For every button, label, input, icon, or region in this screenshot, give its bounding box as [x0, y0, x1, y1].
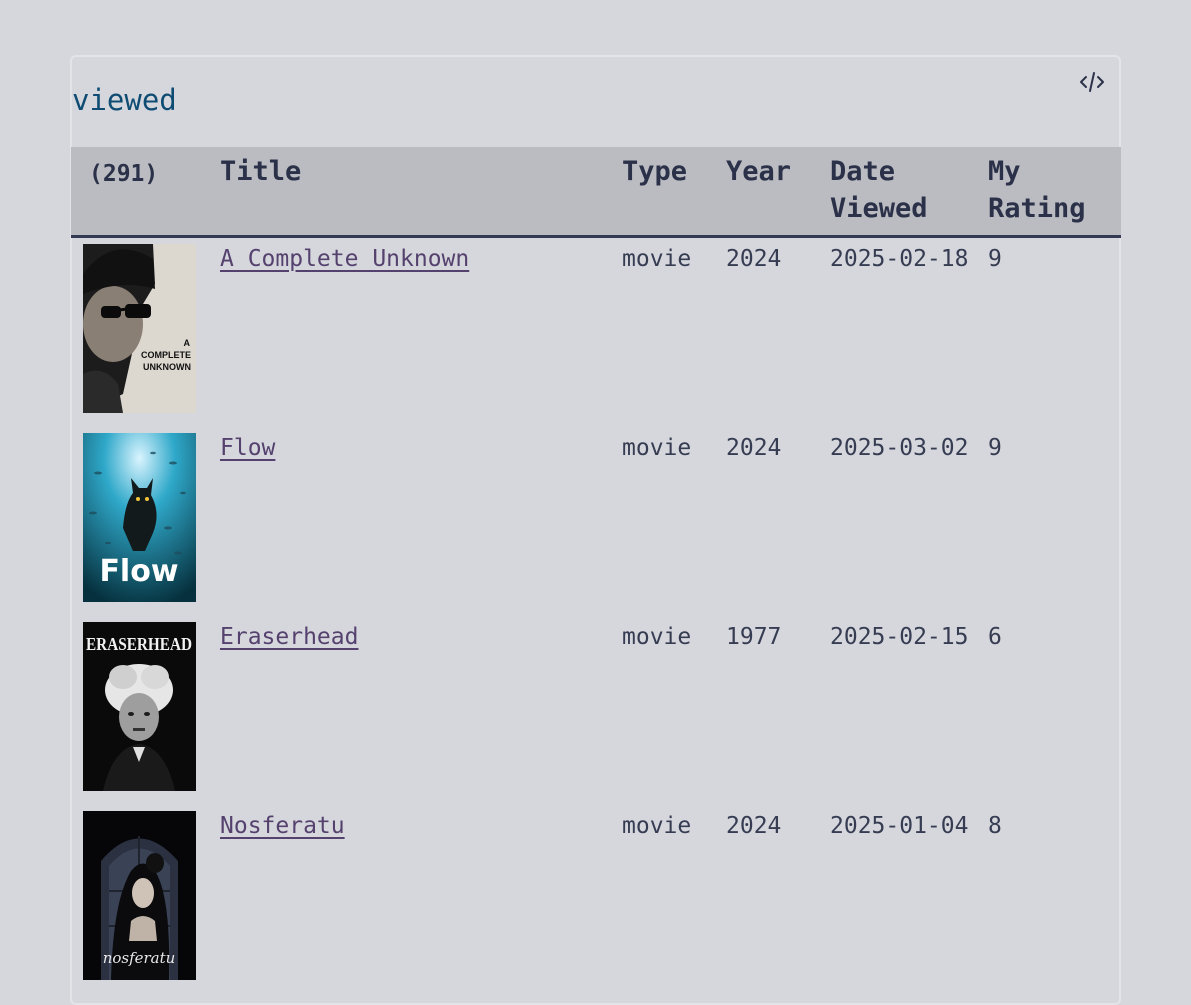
movie-title-link[interactable]: Flow [220, 435, 275, 461]
movie-title-link[interactable]: Nosferatu [220, 813, 345, 839]
row-count-header: (291) [89, 161, 159, 187]
year-cell: 1977 [726, 624, 782, 650]
a-complete-unknown-poster: A COMPLETE UNKNOWN [83, 244, 196, 413]
year-cell: 2024 [726, 246, 782, 272]
type-cell: movie [622, 246, 692, 272]
year-cell: 2024 [726, 435, 782, 461]
my-rating-column-header[interactable]: My Rating [988, 147, 1121, 237]
svg-text:COMPLETE: COMPLETE [141, 350, 191, 360]
type-cell: movie [622, 813, 692, 839]
viewed-table: (291) Title Type Year Date Viewed My Rat… [71, 147, 1121, 994]
table-row: ERASERHEAD Eraserhead movie 1977 2025-02… [71, 616, 1121, 805]
rating-cell: 6 [988, 624, 1002, 650]
svg-text:UNKNOWN: UNKNOWN [143, 362, 191, 372]
code-embed-icon[interactable] [1078, 68, 1106, 96]
svg-text:nosferatu: nosferatu [103, 949, 176, 967]
svg-text:Flow: Flow [99, 554, 178, 589]
rating-cell: 9 [988, 435, 1002, 461]
date-viewed-column-header[interactable]: Date Viewed [830, 147, 988, 237]
movie-title-link[interactable]: A Complete Unknown [220, 246, 469, 272]
svg-text:ERASERHEAD: ERASERHEAD [86, 634, 192, 654]
eraserhead-poster: ERASERHEAD [83, 622, 196, 791]
flow-poster: Flow [83, 433, 196, 602]
page-title: viewed [72, 83, 177, 117]
table-row: Flow Flow movie 2024 2025-03-02 9 [71, 427, 1121, 616]
year-cell: 2024 [726, 813, 782, 839]
type-column-header[interactable]: Type [622, 147, 726, 237]
date-viewed-cell: 2025-02-15 [830, 624, 969, 650]
movie-title-link[interactable]: Eraserhead [220, 624, 358, 650]
date-viewed-cell: 2025-02-18 [830, 246, 969, 272]
table-row: nosferatu Nosferatu movie 2024 2025-01-0… [71, 805, 1121, 994]
title-column-header[interactable]: Title [220, 147, 622, 237]
table-header-row: (291) Title Type Year Date Viewed My Rat… [71, 147, 1121, 237]
type-cell: movie [622, 624, 692, 650]
date-viewed-cell: 2025-01-04 [830, 813, 969, 839]
date-viewed-cell: 2025-03-02 [830, 435, 969, 461]
nosferatu-poster: nosferatu [83, 811, 196, 980]
table-row: A COMPLETE UNKNOWN A Complete Unknown mo… [71, 237, 1121, 428]
year-column-header[interactable]: Year [726, 147, 830, 237]
svg-text:A: A [184, 338, 191, 348]
type-cell: movie [622, 435, 692, 461]
rating-cell: 9 [988, 246, 1002, 272]
rating-cell: 8 [988, 813, 1002, 839]
